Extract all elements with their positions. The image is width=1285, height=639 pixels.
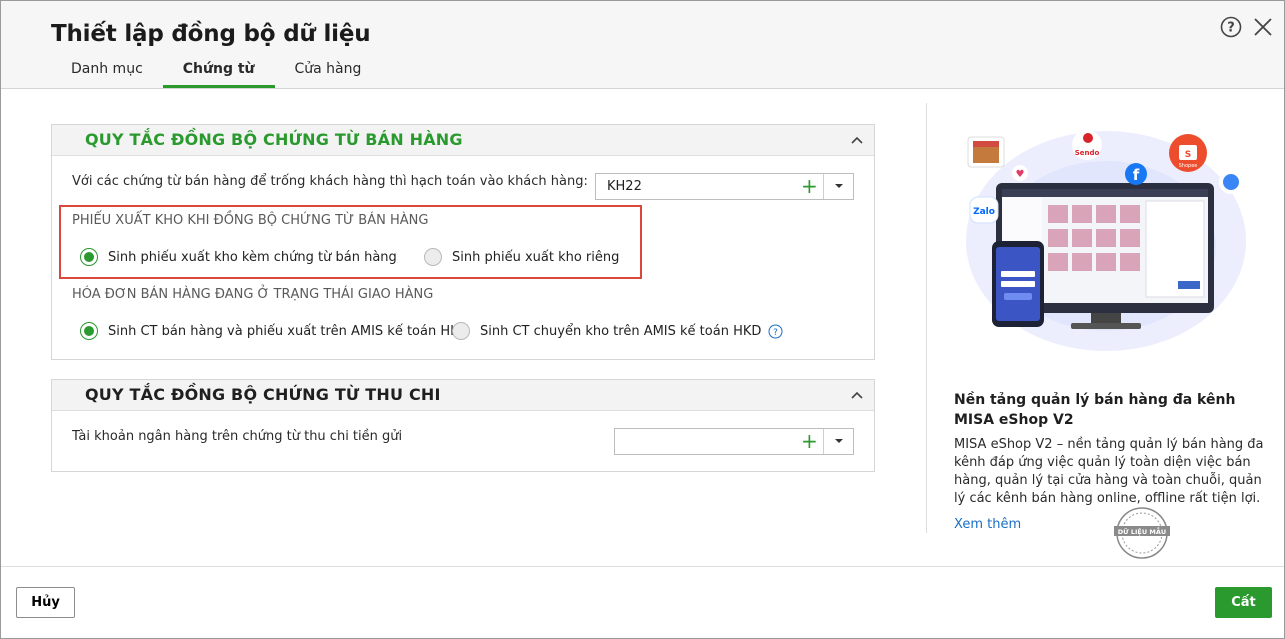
radio-stock-out-separate[interactable]: Sinh phiếu xuất kho riêng (424, 248, 619, 266)
bank-account-label: Tài khoản ngân hàng trên chứng từ thu ch… (72, 429, 403, 444)
svg-text:DỮ LIỆU MẪU: DỮ LIỆU MẪU (1118, 526, 1166, 536)
radio-label: Sinh phiếu xuất kho kèm chứng từ bán hàn… (108, 249, 397, 265)
svg-text:?: ? (774, 328, 779, 338)
tab-danh-muc[interactable]: Danh mục (51, 57, 163, 88)
tab-chung-tu[interactable]: Chứng từ (162, 57, 275, 88)
dropdown-arrow-icon[interactable] (824, 429, 854, 454)
cash-sync-section: QUY TẮC ĐỒNG BỘ CHỨNG TỪ THU CHI (51, 379, 875, 472)
sales-section-title: QUY TẮC ĐỒNG BỘ CHỨNG TỪ BÁN HÀNG (85, 130, 463, 149)
chevron-up-icon[interactable] (850, 133, 864, 147)
radio-delivery-sales-and-stock[interactable]: Sinh CT bán hàng và phiếu xuất trên AMIS… (80, 322, 469, 340)
stock-out-heading: PHIẾU XUẤT KHO KHI ĐỒNG BỘ CHỨNG TỪ BÁN … (72, 213, 429, 228)
svg-text:Shopee: Shopee (1179, 163, 1198, 169)
dialog-header: Thiết lập đồng bộ dữ liệu ? Danh mục Chứ… (1, 1, 1284, 89)
dialog-title: Thiết lập đồng bộ dữ liệu (51, 21, 371, 47)
sample-data-stamp-icon: DỮ LIỆU MẪU (1114, 507, 1170, 559)
save-button[interactable]: Cất (1215, 587, 1272, 618)
cash-section-title: QUY TẮC ĐỒNG BỘ CHỨNG TỪ THU CHI (85, 385, 441, 404)
sync-settings-dialog: Thiết lập đồng bộ dữ liệu ? Danh mục Chứ… (0, 0, 1285, 639)
add-customer-icon[interactable]: + (801, 176, 818, 196)
default-customer-label: Với các chứng từ bán hàng để trống khách… (72, 174, 588, 189)
svg-text:f: f (1133, 166, 1140, 184)
svg-text:S: S (1185, 150, 1191, 160)
radio-delivery-transfer[interactable]: Sinh CT chuyển kho trên AMIS kế toán HKD… (452, 322, 783, 340)
panel-divider (926, 103, 927, 533)
default-customer-value: KH22 (607, 179, 642, 194)
radio-unselected-icon (452, 322, 470, 340)
svg-text:Zalo: Zalo (973, 207, 995, 217)
dropdown-arrow-icon[interactable] (824, 174, 854, 199)
promo-title: Nền tảng quản lý bán hàng đa kênh MISA e… (954, 392, 1236, 428)
radio-stock-out-with-invoice[interactable]: Sinh phiếu xuất kho kèm chứng từ bán hàn… (80, 248, 397, 266)
radio-selected-icon (80, 322, 98, 340)
radio-label: Sinh CT chuyển kho trên AMIS kế toán HKD (480, 323, 762, 339)
svg-text:♥: ♥ (1016, 169, 1025, 180)
close-icon[interactable] (1252, 16, 1274, 38)
bank-account-combo[interactable]: + (614, 428, 854, 455)
see-more-link[interactable]: Xem thêm (954, 517, 1021, 532)
cancel-button[interactable]: Hủy (16, 587, 75, 618)
chevron-up-icon[interactable] (850, 388, 864, 402)
add-bank-account-icon[interactable]: + (801, 431, 818, 451)
eshop-promo-illustration: ♥ Sendo f S Shopee Zalo (966, 130, 1246, 351)
dialog-footer: Hủy Cất (1, 566, 1284, 638)
radio-selected-icon (80, 248, 98, 266)
tab-bar: Danh mục Chứng từ Cửa hàng (51, 57, 381, 89)
svg-text:?: ? (1227, 21, 1235, 36)
delivery-heading: HÓA ĐƠN BÁN HÀNG ĐANG Ở TRẠNG THÁI GIAO … (72, 287, 434, 302)
info-help-icon[interactable]: ? (768, 324, 783, 339)
help-icon[interactable]: ? (1220, 16, 1242, 38)
radio-unselected-icon (424, 248, 442, 266)
cash-section-header[interactable]: QUY TẮC ĐỒNG BỘ CHỨNG TỪ THU CHI (52, 380, 874, 411)
radio-label: Sinh CT bán hàng và phiếu xuất trên AMIS… (108, 323, 469, 339)
sales-section-header[interactable]: QUY TẮC ĐỒNG BỘ CHỨNG TỪ BÁN HÀNG (52, 125, 874, 156)
svg-text:Sendo: Sendo (1075, 149, 1100, 157)
default-customer-combo[interactable]: KH22 + (595, 173, 854, 200)
radio-label: Sinh phiếu xuất kho riêng (452, 249, 620, 265)
promo-description: MISA eShop V2 – nền tảng quản lý bán hàn… (954, 437, 1264, 506)
tab-cua-hang[interactable]: Cửa hàng (275, 57, 382, 88)
